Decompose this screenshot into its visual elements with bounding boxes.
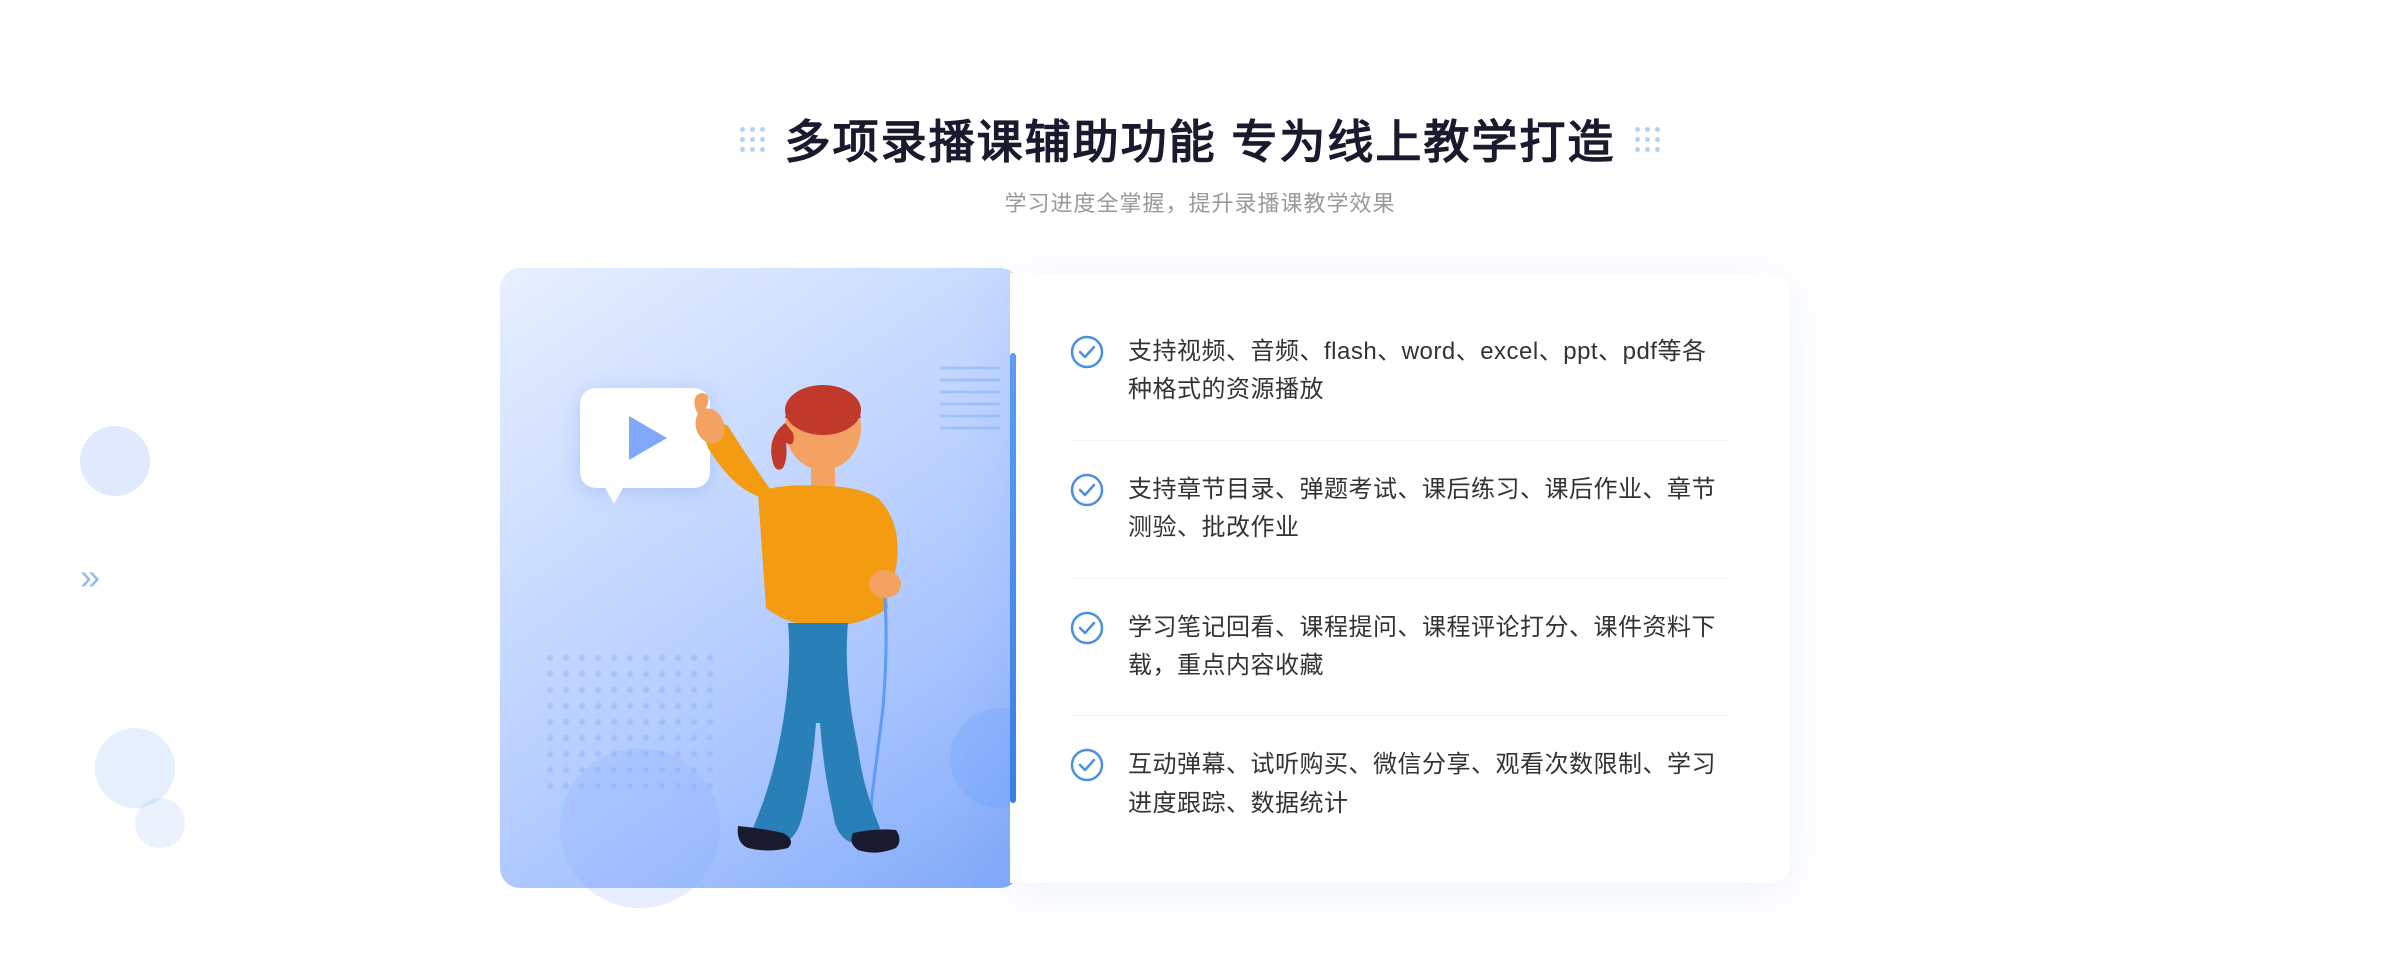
- check-circle-icon: [1070, 748, 1104, 782]
- illustration-card: // Generate dots in SVG - done manually: [500, 268, 1020, 888]
- header-section: 多项录播课辅助功能 专为线上教学打造 学习进度全掌握，提升录播课教学效果: [740, 106, 1661, 218]
- check-circle-icon: [1070, 611, 1104, 645]
- title-dots-left: [740, 127, 765, 152]
- title-dots-right: [1635, 127, 1660, 152]
- check-circle-icon: [1070, 335, 1104, 369]
- feature-item: 学习笔记回看、课程提问、课程评论打分、课件资料下载，重点内容收藏: [1070, 579, 1730, 717]
- feature-item: 支持章节目录、弹题考试、课后练习、课后作业、章节测验、批改作业: [1070, 441, 1730, 579]
- page-title: 多项录播课辅助功能 专为线上教学打造: [785, 106, 1616, 172]
- check-circle-icon: [1070, 473, 1104, 507]
- feature-list: 支持视频、音频、flash、word、excel、ppt、pdf等各种格式的资源…: [1070, 303, 1730, 853]
- feature-item: 互动弹幕、试听购买、微信分享、观看次数限制、学习进度跟踪、数据统计: [1070, 716, 1730, 853]
- feature-panel: 支持视频、音频、flash、word、excel、ppt、pdf等各种格式的资源…: [1010, 273, 1790, 883]
- title-with-decoration: 多项录播课辅助功能 专为线上教学打造: [740, 106, 1661, 172]
- circle-decoration-left: [80, 426, 150, 496]
- page-wrapper: » 多项录播课辅助功能 专为线上教学打造 学习进度全掌握，提升录播课教学效果: [0, 46, 2400, 928]
- deco-circle-2: [135, 798, 185, 848]
- stripe-pattern: [940, 358, 1000, 438]
- feature-text: 支持视频、音频、flash、word、excel、ppt、pdf等各种格式的资源…: [1128, 333, 1730, 410]
- feature-text: 支持章节目录、弹题考试、课后练习、课后作业、章节测验、批改作业: [1128, 471, 1730, 548]
- content-area: // Generate dots in SVG - done manually: [500, 268, 1900, 888]
- chevron-left-decoration: »: [80, 556, 92, 598]
- feature-item: 支持视频、音频、flash、word、excel、ppt、pdf等各种格式的资源…: [1070, 303, 1730, 441]
- page-subtitle: 学习进度全掌握，提升录播课教学效果: [740, 186, 1661, 218]
- feature-text: 学习笔记回看、课程提问、课程评论打分、课件资料下载，重点内容收藏: [1128, 609, 1730, 686]
- feature-text: 互动弹幕、试听购买、微信分享、观看次数限制、学习进度跟踪、数据统计: [1128, 746, 1730, 823]
- deco-circle-1: [95, 728, 175, 808]
- human-figure-illustration: [648, 368, 928, 888]
- panel-accent-bar: [1010, 353, 1016, 803]
